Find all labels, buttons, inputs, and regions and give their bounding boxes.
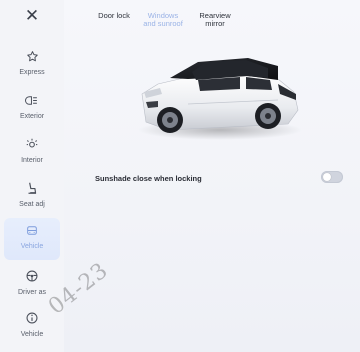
seat-icon (24, 180, 40, 196)
sidebar-item-label: Vehicle (20, 243, 44, 250)
sidebar-item-vehicle-info[interactable]: Vehicle (4, 306, 60, 348)
close-icon[interactable]: ✕ (22, 6, 42, 26)
sidebar-item-label: Vehicle (20, 331, 44, 338)
tab-label: Door lock (98, 11, 130, 20)
sidebar-item-label: Exterior (19, 113, 45, 120)
sidebar-item-seat-adj[interactable]: Seat adj (4, 176, 60, 218)
vehicle-icon (24, 222, 40, 238)
sidebar-item-interior[interactable]: Interior (4, 132, 60, 174)
setting-row-sunshade: Sunshade close when locking (95, 171, 345, 187)
sidebar-item-exterior[interactable]: Exterior (4, 88, 60, 130)
sidebar-item-vehicle[interactable]: Vehicle (4, 218, 60, 260)
tab-door-lock[interactable]: Door lock (92, 12, 136, 20)
tab-label-line2: and sunroof (143, 19, 183, 28)
interior-light-icon (24, 136, 40, 152)
sunshade-toggle[interactable] (321, 171, 343, 183)
main-panel: Door lock Windows and sunroof Rearview m… (64, 0, 360, 352)
steering-wheel-icon (24, 268, 40, 284)
sidebar-item-label: Express (19, 69, 45, 76)
car-image (128, 44, 308, 148)
sidebar-item-express[interactable]: Express (4, 44, 60, 86)
toggle-knob (323, 173, 331, 181)
info-icon (24, 310, 40, 326)
sunshade-label: Sunshade close when locking (95, 174, 202, 183)
tab-rearview-mirror[interactable]: Rearview mirror (192, 12, 238, 28)
star-icon (24, 48, 40, 64)
sidebar-item-label: Seat adj (19, 201, 45, 208)
tab-label-line2: mirror (205, 19, 225, 28)
sidebar-item-label: Driver as (17, 289, 46, 296)
sidebar-item-label: Interior (21, 157, 43, 164)
headlight-icon (24, 92, 40, 108)
tab-windows-and-sunroof[interactable]: Windows and sunroof (136, 12, 190, 28)
